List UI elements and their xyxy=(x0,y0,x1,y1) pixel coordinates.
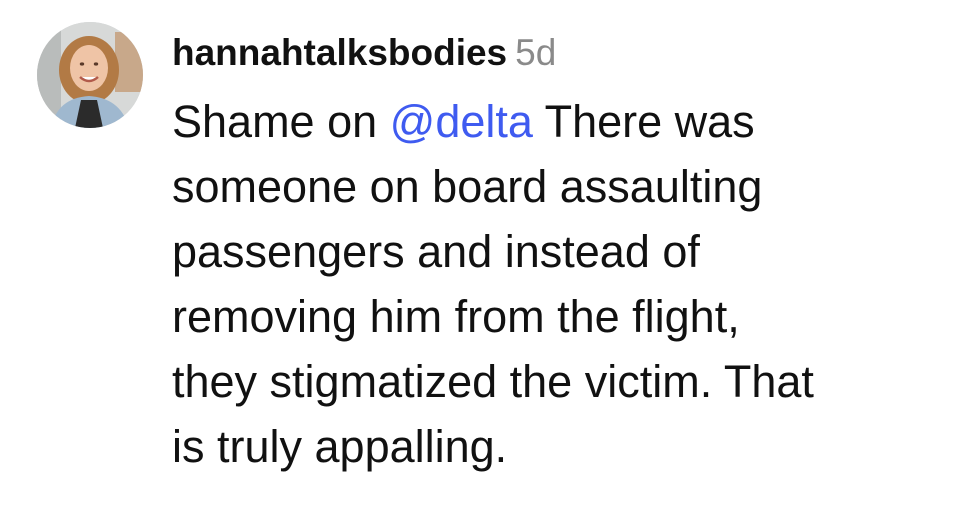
comment-text-prefix: Shame on xyxy=(172,96,390,147)
mention-link[interactable]: @delta xyxy=(390,96,533,147)
comment-header: hannahtalksbodies 5d xyxy=(172,28,556,78)
comment-line-2: someone on board assaulting xyxy=(172,161,763,212)
comment-line-3: passengers and instead of xyxy=(172,226,700,277)
comment-text-suffix: There was xyxy=(532,96,755,147)
username-link[interactable]: hannahtalksbodies xyxy=(172,32,507,73)
comment-body: Shame on @delta There was someone on boa… xyxy=(172,89,972,479)
user-avatar-icon xyxy=(37,22,143,128)
timestamp: 5d xyxy=(515,32,557,73)
comment-line-5: they stigmatized the victim. That xyxy=(172,356,814,407)
comment-line-4: removing him from the flight, xyxy=(172,291,740,342)
comment-line-6: is truly appalling. xyxy=(172,421,508,472)
avatar[interactable] xyxy=(37,22,143,128)
comment: hannahtalksbodies 5d Shame on @delta Ther… xyxy=(0,0,980,507)
comment-line-1: Shame on @delta There was xyxy=(172,89,972,154)
